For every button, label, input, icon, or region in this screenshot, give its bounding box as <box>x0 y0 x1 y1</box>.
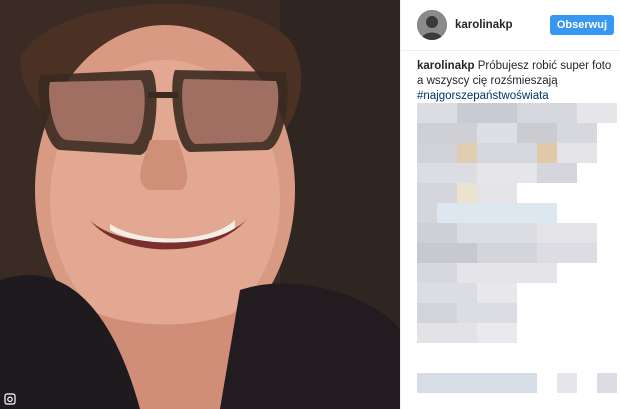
selfie-image <box>0 0 400 409</box>
username[interactable]: karolinakp <box>455 19 550 31</box>
pixelated-comments <box>417 103 617 403</box>
hashtag-link[interactable]: #najgorszepaństwoświata <box>417 89 612 104</box>
instagram-embed: karolinakp Obserwuj karolinakp Próbujesz… <box>0 0 620 409</box>
post-photo[interactable] <box>0 0 400 409</box>
camera-icon <box>4 393 16 405</box>
avatar[interactable] <box>417 10 447 40</box>
post-header: karolinakp Obserwuj <box>401 0 620 51</box>
follow-button[interactable]: Obserwuj <box>549 15 614 35</box>
post-caption: karolinakp Próbujesz robić super foto a … <box>401 51 620 104</box>
caption-username[interactable]: karolinakp <box>417 60 475 72</box>
post-details: karolinakp Obserwuj karolinakp Próbujesz… <box>400 0 620 409</box>
